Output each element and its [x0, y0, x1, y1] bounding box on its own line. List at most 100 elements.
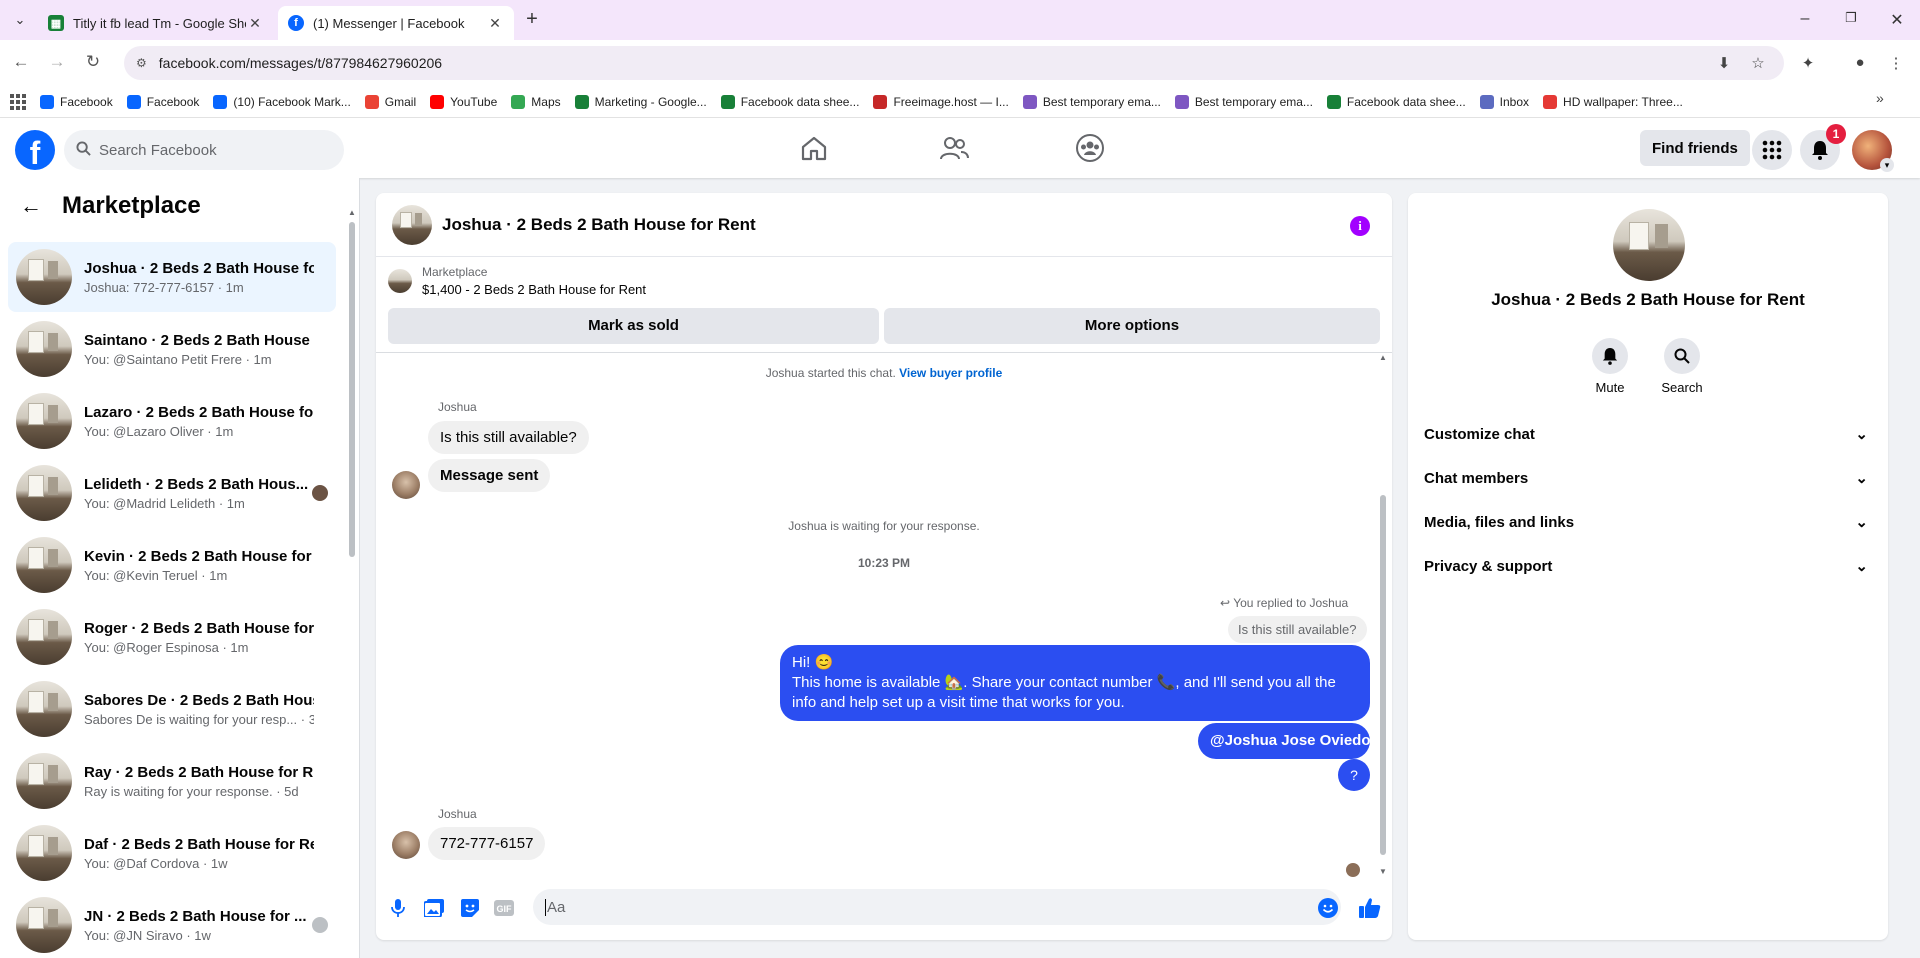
chat-title[interactable]: Joshua · 2 Beds 2 Bath House for Rent: [442, 215, 756, 235]
chat-avatar[interactable]: [392, 204, 432, 245]
bookmark-label: Best temporary ema...: [1194, 94, 1313, 109]
close-tab-icon[interactable]: ✕: [486, 15, 504, 32]
bookmark-item[interactable]: Best temporary ema...: [1022, 94, 1161, 109]
reply-quote[interactable]: Is this still available?: [1228, 616, 1367, 643]
extensions-puzzle-icon[interactable]: ✦: [1798, 54, 1818, 72]
conversation-item[interactable]: Joshua · 2 Beds 2 Bath House fo... Joshua…: [8, 242, 336, 312]
bookmark-item[interactable]: Best temporary ema...: [1174, 94, 1313, 109]
bookmark-item[interactable]: Gmail: [364, 94, 416, 109]
bookmark-item[interactable]: Facebook: [40, 94, 113, 109]
scrollbar-thumb[interactable]: [1380, 495, 1386, 855]
conversation-item[interactable]: Ray · 2 Beds 2 Bath House for R... Ray is…: [8, 746, 336, 816]
back-arrow-icon[interactable]: ←: [10, 52, 32, 72]
outgoing-message[interactable]: Hi! 😊 This home is available 🏡. Share yo…: [780, 645, 1370, 721]
mark-as-sold-button[interactable]: Mark as sold: [388, 308, 879, 344]
facebook-search-input[interactable]: Search Facebook: [64, 130, 344, 170]
bookmark-item[interactable]: HD wallpaper: Three...: [1543, 94, 1683, 109]
scroll-up-arrow-icon[interactable]: ▲: [1379, 353, 1387, 362]
new-tab-plus-icon[interactable]: +: [520, 8, 544, 31]
section-label: Chat members: [1424, 469, 1529, 487]
bookmark-favicon-icon: [511, 94, 526, 109]
bookmark-item[interactable]: (10) Facebook Mark...: [213, 94, 351, 109]
forward-arrow-icon[interactable]: →: [46, 52, 68, 72]
profile-photo[interactable]: [1613, 209, 1685, 281]
bookmark-item[interactable]: Facebook: [126, 94, 199, 109]
back-arrow-icon[interactable]: ←: [20, 193, 42, 219]
tab-search-dropdown-icon[interactable]: ⌄: [8, 8, 32, 32]
conversation-item[interactable]: Lazaro · 2 Beds 2 Bath House for... You: …: [8, 386, 336, 456]
section-media-files-links[interactable]: Media, files and links ⌄: [1424, 502, 1872, 542]
browser-tab-messenger[interactable]: f (1) Messenger | Facebook ✕: [278, 6, 514, 40]
search-in-conversation-button[interactable]: Search: [1652, 338, 1712, 395]
account-chevron-icon[interactable]: ▾: [1880, 158, 1894, 172]
conversation-item[interactable]: JN · 2 Beds 2 Bath House for ... You: @JN…: [8, 890, 336, 958]
scrollbar-thumb[interactable]: [349, 222, 355, 557]
thumbs-up-like-icon[interactable]: [1358, 898, 1382, 918]
conversation-preview: You: @Kevin Teruel · 1m: [84, 567, 228, 583]
listing-thumbnail: [16, 321, 72, 377]
view-buyer-profile-link[interactable]: View buyer profile: [899, 366, 1002, 380]
section-privacy-support[interactable]: Privacy & support ⌄: [1424, 546, 1872, 586]
bookmarks-bar: Facebook Facebook (10) Facebook Mark... Gma…: [0, 86, 1920, 118]
search-icon: [76, 141, 91, 159]
sender-avatar[interactable]: [392, 471, 420, 499]
browser-menu-icon[interactable]: ⋮: [1886, 54, 1906, 72]
menu-grid-icon[interactable]: [1752, 130, 1792, 170]
friends-icon[interactable]: [934, 132, 974, 164]
find-friends-button[interactable]: Find friends: [1640, 130, 1750, 166]
sticker-icon[interactable]: [460, 898, 480, 918]
minimize-window-icon[interactable]: –: [1795, 10, 1815, 28]
listing-thumbnail: [16, 753, 72, 809]
bookmark-item[interactable]: Freeimage.host — I...: [873, 94, 1009, 109]
gif-icon[interactable]: GIF: [494, 898, 514, 918]
apps-grid-icon[interactable]: [10, 93, 26, 110]
conversation-item[interactable]: Saintano · 2 Beds 2 Bath House f... You: …: [8, 314, 336, 384]
bookmark-item[interactable]: Marketing - Google...: [574, 94, 707, 109]
bookmark-item[interactable]: Maps: [511, 94, 561, 109]
mute-button[interactable]: Mute: [1580, 338, 1640, 395]
home-icon[interactable]: [794, 132, 834, 164]
photo-gallery-icon[interactable]: [424, 898, 444, 918]
conversation-item[interactable]: Lelideth · 2 Beds 2 Bath Hous... You: @Ma…: [8, 458, 336, 528]
bookmark-favicon-icon: [1174, 94, 1189, 109]
bookmark-item[interactable]: Facebook data shee...: [720, 94, 859, 109]
bookmark-item[interactable]: YouTube: [430, 94, 497, 109]
listing-banner[interactable]: Marketplace $1,400 - 2 Beds 2 Bath House…: [388, 265, 646, 297]
section-customize-chat[interactable]: Customize chat ⌄: [1424, 414, 1872, 454]
conversation-item[interactable]: Roger · 2 Beds 2 Bath House for ... You: …: [8, 602, 336, 672]
facebook-logo-icon[interactable]: f: [15, 130, 55, 171]
emoji-icon[interactable]: [1318, 898, 1338, 918]
message-input[interactable]: Aa: [533, 889, 1341, 925]
scroll-down-arrow-icon[interactable]: ▼: [1379, 867, 1387, 876]
microphone-icon[interactable]: [388, 898, 408, 918]
close-window-icon[interactable]: ✕: [1887, 10, 1907, 30]
sidebar-scrollbar[interactable]: ▲ ▼: [348, 208, 356, 953]
restore-window-icon[interactable]: ❐: [1841, 10, 1861, 26]
install-app-icon[interactable]: ⬇: [1714, 54, 1734, 72]
section-chat-members[interactable]: Chat members ⌄: [1424, 458, 1872, 498]
conversation-item[interactable]: Daf · 2 Beds 2 Bath House for Re... You: …: [8, 818, 336, 888]
more-options-button[interactable]: More options: [884, 308, 1380, 344]
browser-tab-sheets[interactable]: ▦ Titly it fb lead Tm - Google Shee ✕: [38, 6, 274, 40]
close-tab-icon[interactable]: ✕: [246, 15, 264, 32]
conversation-info-icon[interactable]: i: [1350, 216, 1370, 236]
outgoing-mention-message[interactable]: @Joshua Jose Oviedo: [1198, 723, 1371, 759]
more-bookmarks-chevron-icon[interactable]: »: [1876, 90, 1884, 106]
scroll-up-arrow-icon[interactable]: ▲: [348, 208, 356, 217]
chat-scrollbar[interactable]: ▲ ▼: [1378, 353, 1388, 876]
groups-icon[interactable]: [1070, 132, 1110, 164]
incoming-message[interactable]: Message sent: [428, 459, 551, 492]
sender-avatar[interactable]: [392, 831, 420, 859]
site-info-icon[interactable]: ⚙: [136, 56, 147, 70]
url-field[interactable]: ⚙ facebook.com/messages/t/87798462796020…: [124, 46, 1784, 80]
incoming-message[interactable]: 772-777-6157: [428, 827, 546, 860]
bookmark-item[interactable]: Inbox: [1479, 94, 1529, 109]
reload-icon[interactable]: ↻: [82, 52, 104, 72]
profile-icon[interactable]: ●: [1850, 54, 1870, 71]
outgoing-message[interactable]: ?: [1338, 759, 1370, 791]
bookmark-star-icon[interactable]: ☆: [1748, 54, 1768, 72]
incoming-message[interactable]: Is this still available?: [428, 421, 589, 454]
conversation-item[interactable]: Kevin · 2 Beds 2 Bath House for ... You: …: [8, 530, 336, 600]
bookmark-item[interactable]: Facebook data shee...: [1326, 94, 1466, 109]
conversation-item[interactable]: Sabores De · 2 Beds 2 Bath Hous... Sabore…: [8, 674, 336, 744]
